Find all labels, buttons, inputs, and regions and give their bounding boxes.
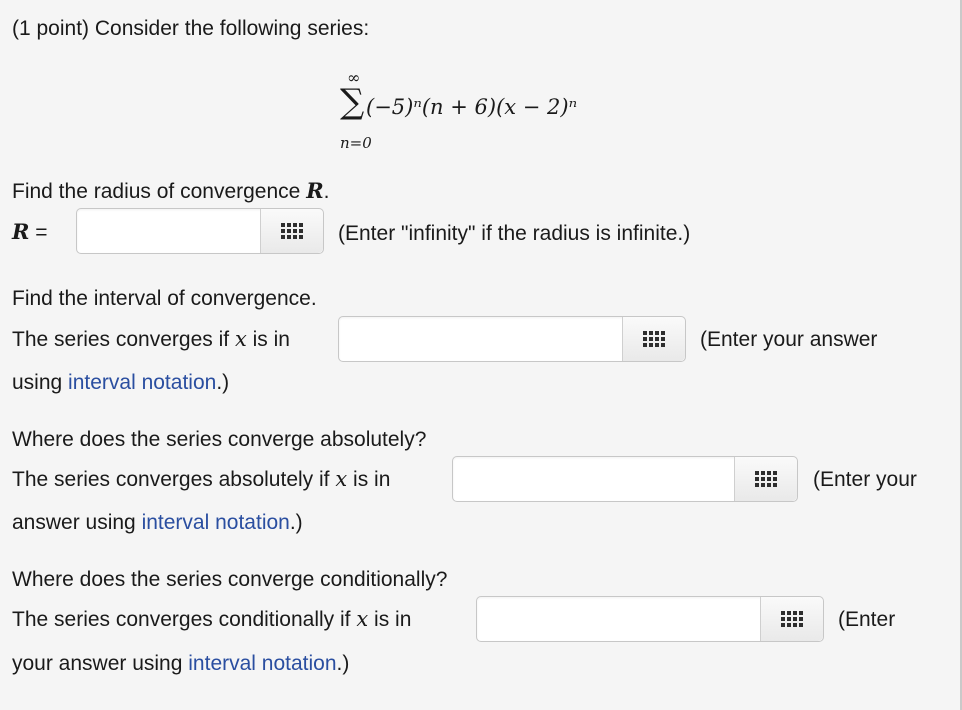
interval-input[interactable] <box>339 317 623 361</box>
conditional-input[interactable] <box>477 597 761 641</box>
interval-palette-button[interactable] <box>622 317 685 361</box>
conditional-hint-line2: your answer using interval notation.) <box>12 653 349 674</box>
conditional-prompt-text: The series converges conditionally if <box>12 608 351 631</box>
absolute-hint-start: (Enter your <box>813 468 917 491</box>
keyboard-grid-icon <box>281 223 303 239</box>
interval-notation-link[interactable]: interval notation <box>68 371 216 394</box>
absolute-hint-line2: answer using interval notation.) <box>12 512 303 533</box>
conditional-palette-button[interactable] <box>760 597 823 641</box>
radius-variable: R <box>306 178 324 203</box>
problem-header: (1 point) Consider the following series: <box>12 17 370 40</box>
radius-answer-box <box>76 208 324 254</box>
absolute-answer-box <box>452 456 798 502</box>
interval-hint-start: (Enter your answer <box>700 328 878 351</box>
radius-prompt-text: Find the radius of convergence <box>12 180 301 203</box>
conditional-hint-end: .) <box>336 652 350 675</box>
interval-prompt-text: The series converges if <box>12 328 230 351</box>
conditional-prompt: The series converges conditionally if x … <box>12 607 412 631</box>
interval-var: x <box>234 327 247 351</box>
sum-lower-limit: n=0 <box>340 134 372 152</box>
series-expression: ∞ ∑ (−5)ⁿ(n + 6)(x − 2)ⁿ n=0 <box>340 68 640 158</box>
absolute-hint-end: .) <box>289 511 303 534</box>
absolute-var: x <box>335 467 348 491</box>
interval-heading: Find the interval of convergence. <box>12 287 317 310</box>
keyboard-grid-icon <box>643 331 665 347</box>
absolute-palette-button[interactable] <box>734 457 797 501</box>
interval-answer-box <box>338 316 686 362</box>
conditional-var: x <box>356 607 369 631</box>
interval-hint-rest: using <box>12 371 63 394</box>
absolute-heading: Where does the series converge absolutel… <box>12 428 427 451</box>
conditional-is-in: is in <box>374 608 412 631</box>
radius-palette-button[interactable] <box>260 209 323 253</box>
conditional-hint-start: (Enter <box>838 608 896 631</box>
absolute-hint-rest: answer using <box>12 511 136 534</box>
absolute-notation-link[interactable]: interval notation <box>142 511 290 534</box>
keyboard-grid-icon <box>781 611 803 627</box>
absolute-prompt-text: The series converges absolutely if <box>12 468 330 491</box>
interval-prompt: The series converges if x is in <box>12 327 290 351</box>
conditional-hint-rest: your answer using <box>12 652 183 675</box>
interval-hint-end: .) <box>216 371 230 394</box>
radius-hint: (Enter "infinity" if the radius is infin… <box>338 222 691 245</box>
radius-label: R = <box>12 221 48 243</box>
absolute-prompt: The series converges absolutely if x is … <box>12 467 391 491</box>
series-term: (−5)ⁿ(n + 6)(x − 2)ⁿ <box>366 95 578 119</box>
radius-label-variable: R <box>12 219 30 244</box>
conditional-notation-link[interactable]: interval notation <box>188 652 336 675</box>
interval-hint-line2: using interval notation.) <box>12 372 229 393</box>
conditional-heading: Where does the series converge condition… <box>12 568 448 591</box>
sigma-symbol: ∑ <box>340 82 365 122</box>
radius-input[interactable] <box>77 209 261 253</box>
radius-prompt: Find the radius of convergence R. <box>12 178 330 203</box>
keyboard-grid-icon <box>755 471 777 487</box>
radius-label-equals: = <box>35 221 48 244</box>
interval-is-in: is in <box>252 328 290 351</box>
absolute-is-in: is in <box>353 468 391 491</box>
conditional-answer-box <box>476 596 824 642</box>
absolute-input[interactable] <box>453 457 735 501</box>
